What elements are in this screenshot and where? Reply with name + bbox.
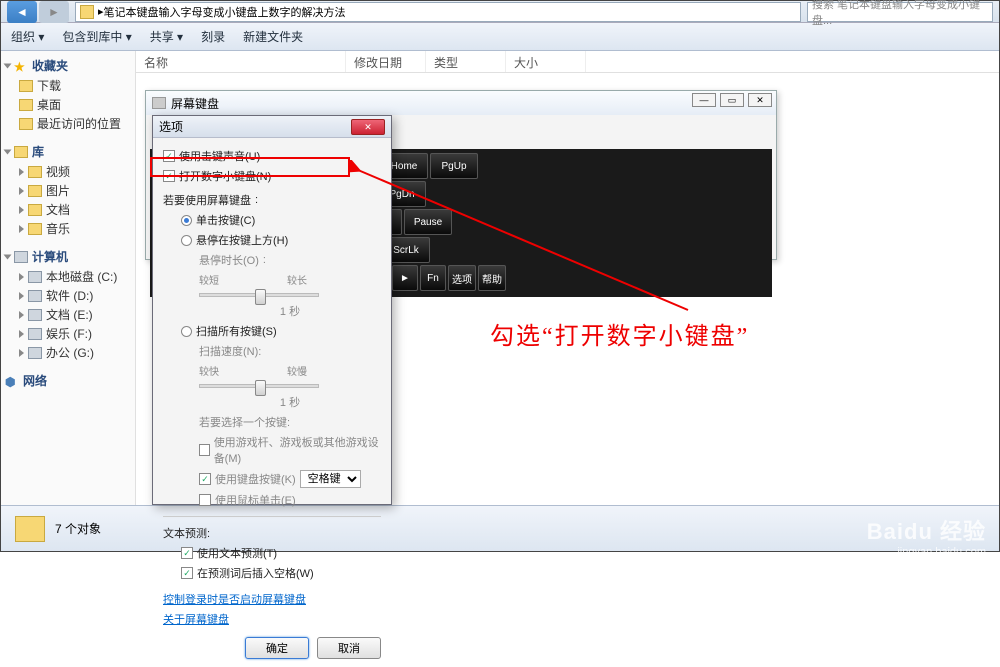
folder-icon (80, 5, 94, 19)
sidebar-item[interactable]: 图片 (5, 181, 131, 200)
sidebar-item[interactable]: 最近访问的位置 (5, 114, 131, 133)
close-button[interactable]: ✕ (748, 93, 772, 107)
minimize-button[interactable]: — (692, 93, 716, 107)
radio[interactable] (181, 215, 192, 226)
key[interactable]: 帮助 (478, 265, 506, 291)
options-dialog: 选项 ✕ ✓使用击键声音(U) ✓打开数字小键盘(N) 若要使用屏幕键盘: 单击… (152, 115, 392, 505)
osk-titlebar[interactable]: 屏幕键盘 — ▭ ✕ (146, 91, 776, 115)
keyboard-icon (152, 97, 166, 109)
status-bar: 7 个对象 (1, 505, 999, 551)
slider[interactable] (199, 293, 319, 297)
title-bar: ◄ ► ▸ 笔记本键盘输入字母变成小键盘上数字的解决方法 搜索 笔记本键盘输入字… (1, 1, 999, 23)
sidebar-item[interactable]: 文档 (5, 200, 131, 219)
pc-icon (14, 251, 28, 263)
sidebar-item[interactable]: 办公 (G:) (5, 343, 131, 362)
annotation-text: 勾选“打开数字小键盘” (490, 316, 749, 351)
sidebar-item[interactable]: 娱乐 (F:) (5, 324, 131, 343)
checkbox[interactable]: ✓ (163, 150, 175, 162)
key[interactable]: PgUp (430, 153, 478, 179)
radio[interactable] (181, 326, 192, 337)
sidebar-item[interactable]: 下载 (5, 76, 131, 95)
link[interactable]: 关于屏幕键盘 (163, 611, 229, 627)
maximize-button[interactable]: ▭ (720, 93, 744, 107)
checkbox[interactable]: ✓ (181, 567, 193, 579)
toolbar-share[interactable]: 共享 ▾ (150, 28, 183, 45)
address-bar[interactable]: ▸ 笔记本键盘输入字母变成小键盘上数字的解决方法 (75, 2, 801, 22)
key[interactable]: ► (392, 265, 418, 291)
col-type[interactable]: 类型 (426, 51, 506, 72)
sidebar: ★收藏夹 下载 桌面 最近访问的位置 库 视频 图片 文档 音乐 计算机 本地磁… (1, 51, 136, 531)
ok-button[interactable]: 确定 (245, 637, 309, 659)
checkbox[interactable] (199, 444, 210, 456)
checkbox[interactable]: ✓ (181, 547, 193, 559)
key[interactable]: Pause (404, 209, 452, 235)
key[interactable]: Fn (420, 265, 446, 291)
col-date[interactable]: 修改日期 (346, 51, 426, 72)
watermark: Baidu 经验 jingyan.baidu.com (867, 514, 986, 558)
col-size[interactable]: 大小 (506, 51, 586, 72)
sidebar-item[interactable]: 本地磁盘 (C:) (5, 267, 131, 286)
toolbar-organize[interactable]: 组织 ▾ (11, 28, 44, 45)
radio[interactable] (181, 235, 192, 246)
toolbar-burn[interactable]: 刻录 (201, 28, 225, 45)
sidebar-item[interactable]: 文档 (E:) (5, 305, 131, 324)
close-button[interactable]: ✕ (351, 119, 385, 135)
key-select[interactable]: 空格键 (300, 470, 361, 488)
sidebar-item[interactable]: 桌面 (5, 95, 131, 114)
checkbox[interactable] (199, 494, 211, 506)
checkbox[interactable]: ✓ (199, 473, 211, 485)
checkbox-numpad[interactable]: ✓ (163, 170, 175, 182)
cancel-button[interactable]: 取消 (317, 637, 381, 659)
col-name[interactable]: 名称 (136, 51, 346, 72)
nav-back-button[interactable]: ◄ (7, 1, 37, 23)
network-icon: ⬢ (5, 375, 19, 387)
key[interactable]: 选项 (448, 265, 476, 291)
toolbar-newfolder[interactable]: 新建文件夹 (243, 28, 303, 45)
folder-icon (15, 516, 45, 542)
link[interactable]: 控制登录时是否启动屏幕键盘 (163, 591, 306, 607)
star-icon: ★ (14, 60, 28, 72)
nav-forward-button[interactable]: ► (39, 1, 69, 23)
toolbar-include[interactable]: 包含到库中 ▾ (62, 28, 131, 45)
sidebar-item[interactable]: 软件 (D:) (5, 286, 131, 305)
search-input[interactable]: 搜索 笔记本键盘输入字母变成小键盘... (807, 2, 993, 22)
sidebar-item[interactable]: 音乐 (5, 219, 131, 238)
slider[interactable] (199, 384, 319, 388)
dialog-titlebar[interactable]: 选项 ✕ (153, 116, 391, 138)
sidebar-item[interactable]: 视频 (5, 162, 131, 181)
